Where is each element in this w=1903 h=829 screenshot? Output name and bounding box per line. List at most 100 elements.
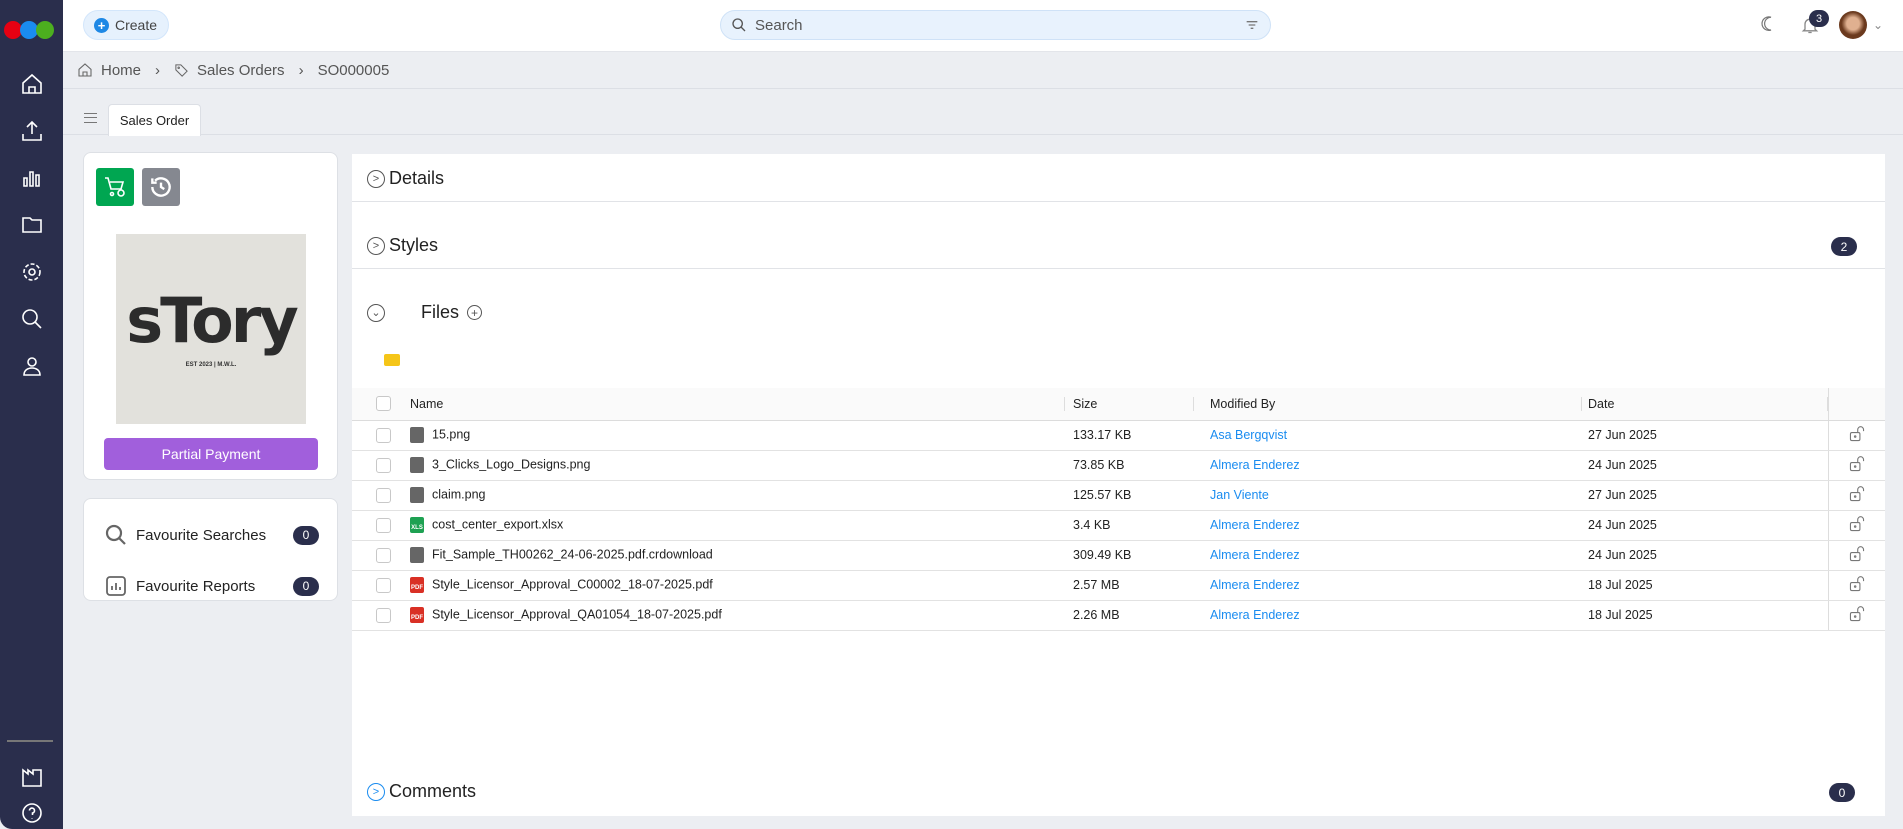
file-date: 27 Jun 2025 <box>1582 480 1828 511</box>
favourite-searches[interactable]: Favourite Searches 0 <box>104 523 319 547</box>
file-size: 133.17 KB <box>1065 420 1194 451</box>
unlock-icon[interactable] <box>1848 545 1866 562</box>
table-row[interactable]: PDF Style_Licensor_Approval_QA01054_18-07… <box>352 600 1885 631</box>
favourite-reports[interactable]: Favourite Reports 0 <box>104 574 319 598</box>
home-icon[interactable] <box>19 71 45 97</box>
table-row[interactable]: Fit_Sample_TH00262_24-06-2025.pdf.crdown… <box>352 540 1885 571</box>
upload-icon[interactable] <box>19 118 45 144</box>
search-icon <box>105 524 126 545</box>
factory-icon[interactable] <box>19 764 45 790</box>
column-header-date[interactable]: Date <box>1582 388 1828 421</box>
details-title: Details <box>389 168 445 188</box>
search-icon <box>732 18 746 32</box>
file-name[interactable]: 3_Clicks_Logo_Designs.png <box>432 457 590 471</box>
row-checkbox[interactable] <box>376 607 391 623</box>
modified-by-link[interactable]: Asa Bergqvist <box>1210 428 1287 442</box>
files-section-header[interactable]: ⌄ Files + <box>367 302 483 323</box>
modified-by-link[interactable]: Almera Enderez <box>1210 518 1300 532</box>
image-file-icon <box>410 427 424 443</box>
file-date: 18 Jul 2025 <box>1582 570 1828 601</box>
table-row[interactable]: 3_Clicks_Logo_Designs.png 73.85 KB Almer… <box>352 450 1885 481</box>
chevron-down-icon: ⌄ <box>367 303 385 322</box>
breadcrumb-sales-orders[interactable]: Sales Orders <box>197 62 285 79</box>
row-checkbox[interactable] <box>376 547 391 563</box>
file-name[interactable]: cost_center_export.xlsx <box>432 517 563 531</box>
app-logo[interactable] <box>4 21 56 39</box>
help-icon[interactable] <box>19 800 45 826</box>
table-row[interactable]: PDF Style_Licensor_Approval_C00002_18-07-… <box>352 570 1885 601</box>
file-name[interactable]: Style_Licensor_Approval_C00002_18-07-202… <box>432 577 713 591</box>
chevron-right-icon: › <box>155 61 161 79</box>
file-date: 24 Jun 2025 <box>1582 510 1828 541</box>
select-all-checkbox[interactable] <box>376 396 391 412</box>
search-icon[interactable] <box>19 306 45 332</box>
pdf-file-icon: PDF <box>410 607 424 623</box>
row-checkbox[interactable] <box>376 427 391 443</box>
history-button[interactable] <box>142 168 180 206</box>
row-checkbox[interactable] <box>376 517 391 533</box>
file-name[interactable]: Style_Licensor_Approval_QA01054_18-07-20… <box>432 607 722 621</box>
breadcrumb-current: SO000005 <box>317 61 390 79</box>
chevron-down-icon[interactable]: ⌄ <box>1873 18 1883 32</box>
files-title: Files <box>421 302 460 322</box>
favourite-searches-label: Favourite Searches <box>136 526 267 544</box>
folder-icon[interactable] <box>19 212 45 238</box>
add-file-icon[interactable]: + <box>467 305 483 320</box>
modified-by-link[interactable]: Almera Enderez <box>1210 548 1300 562</box>
menu-icon[interactable] <box>84 113 97 123</box>
unlock-icon[interactable] <box>1848 575 1866 592</box>
unlock-icon[interactable] <box>1848 485 1866 502</box>
modified-by-link[interactable]: Almera Enderez <box>1210 578 1300 592</box>
row-checkbox[interactable] <box>376 487 391 503</box>
chevron-right-icon: > <box>367 782 385 801</box>
file-name[interactable]: claim.png <box>432 487 486 501</box>
row-checkbox[interactable] <box>376 457 391 473</box>
table-row[interactable]: XLS cost_center_export.xlsx 3.4 KB Almera… <box>352 510 1885 541</box>
image-file-icon <box>410 487 424 503</box>
comments-section-header[interactable]: > Comments <box>367 781 476 802</box>
styles-title: Styles <box>389 235 439 255</box>
favourite-searches-count: 0 <box>293 525 319 545</box>
file-name[interactable]: Fit_Sample_TH00262_24-06-2025.pdf.crdown… <box>432 547 713 561</box>
bar-chart-icon[interactable] <box>19 165 45 191</box>
modified-by-link[interactable]: Almera Enderez <box>1210 458 1300 472</box>
filter-icon[interactable] <box>1244 17 1260 33</box>
file-size: 2.26 MB <box>1065 600 1194 631</box>
details-section-header[interactable]: > Details <box>367 168 444 189</box>
add-to-cart-button[interactable] <box>96 168 134 206</box>
table-row[interactable]: claim.png 125.57 KB Jan Viente 27 Jun 20… <box>352 480 1885 511</box>
chevron-right-icon: > <box>367 169 385 188</box>
modified-by-link[interactable]: Almera Enderez <box>1210 608 1300 622</box>
unlock-icon[interactable] <box>1848 515 1866 532</box>
styles-section-header[interactable]: > Styles <box>367 235 438 256</box>
file-size: 2.57 MB <box>1065 570 1194 601</box>
modified-by-link[interactable]: Jan Viente <box>1210 488 1269 502</box>
user-icon[interactable] <box>19 353 45 379</box>
unlock-icon[interactable] <box>1848 605 1866 622</box>
create-button[interactable]: + Create <box>83 10 169 40</box>
breadcrumb-home[interactable]: Home <box>101 62 141 79</box>
favourite-reports-label: Favourite Reports <box>136 577 256 595</box>
column-header-size[interactable]: Size <box>1065 388 1194 421</box>
tab-sales-order[interactable]: Sales Order <box>108 104 201 136</box>
row-checkbox[interactable] <box>376 577 391 593</box>
user-avatar[interactable] <box>1839 11 1867 39</box>
file-file-icon <box>410 547 424 563</box>
file-name[interactable]: 15.png <box>432 427 470 441</box>
column-header-name[interactable]: Name <box>410 388 1065 421</box>
unlock-icon[interactable] <box>1848 425 1866 442</box>
unlock-icon[interactable] <box>1848 455 1866 472</box>
settings-icon[interactable] <box>19 259 45 285</box>
comments-count: 0 <box>1829 783 1855 802</box>
profile-card: sTory EST 2023 | M.W.L. Partial Payment <box>83 152 338 480</box>
folder-icon[interactable] <box>384 354 400 366</box>
column-header-modified-by[interactable]: Modified By <box>1194 388 1582 421</box>
search-placeholder: Search <box>755 16 803 34</box>
dark-mode-icon[interactable] <box>1759 14 1777 34</box>
file-date: 24 Jun 2025 <box>1582 450 1828 481</box>
sidebar-divider <box>7 740 53 742</box>
chevron-right-icon: › <box>298 61 304 79</box>
search-input[interactable]: Search <box>720 10 1271 40</box>
table-row[interactable]: 15.png 133.17 KB Asa Bergqvist 27 Jun 20… <box>352 420 1885 451</box>
plus-icon: + <box>94 17 109 33</box>
